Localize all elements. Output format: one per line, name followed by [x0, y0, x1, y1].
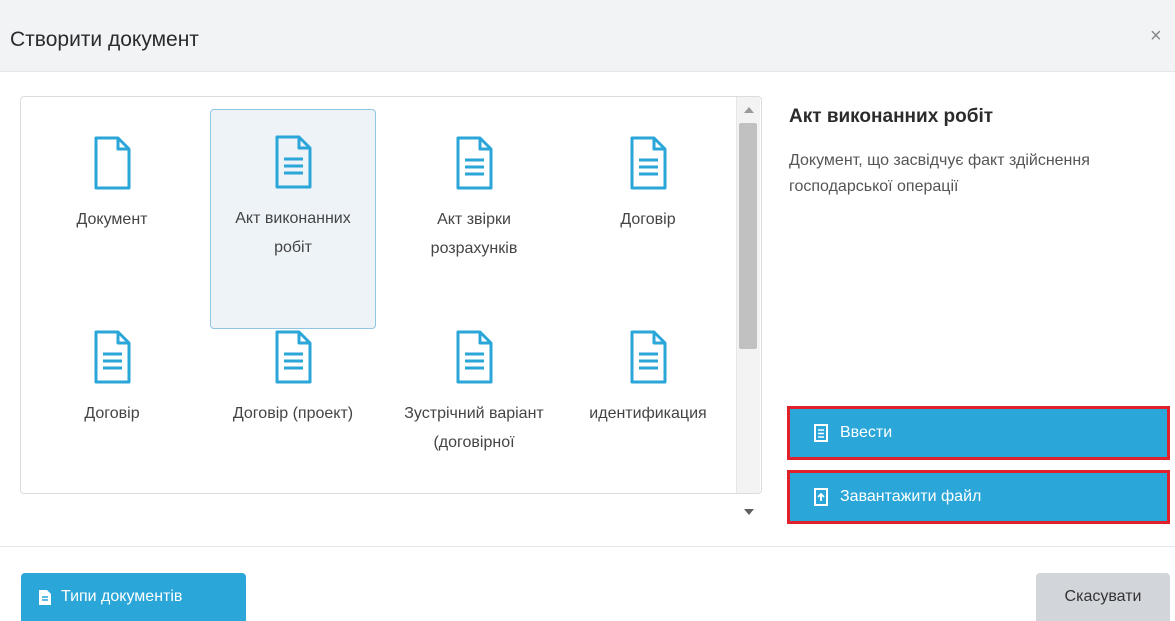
document-types-button[interactable]: Типи документів: [21, 573, 246, 621]
tile-label: идентификация: [589, 405, 707, 422]
document-types-icon: [39, 589, 51, 605]
create-document-dialog: Створити документ × Документ Акт виконан…: [0, 0, 1175, 621]
tile-document[interactable]: Документ: [29, 111, 195, 331]
dialog-title: Створити документ: [10, 28, 199, 51]
description-title: Акт виконанних робіт: [789, 106, 994, 127]
tile-act-completed-works[interactable]: Акт виконанних робіт: [210, 109, 376, 329]
upload-file-icon: [814, 488, 828, 506]
document-icon: [456, 136, 493, 190]
scroll-down-icon[interactable]: [744, 509, 754, 515]
document-icon: [456, 330, 493, 384]
dialog-header: Створити документ ×: [0, 0, 1175, 72]
tile-contract-draft[interactable]: Договір (проект): [210, 329, 376, 493]
tile-identification[interactable]: идентификация: [565, 329, 731, 493]
grid-scrollbar[interactable]: [736, 97, 760, 515]
scroll-thumb[interactable]: [739, 123, 757, 349]
tile-contract-2[interactable]: Договір: [29, 329, 195, 493]
tile-label: Акт звірки розрахунків: [430, 211, 518, 257]
footer-divider: [0, 546, 1175, 547]
document-icon: [94, 330, 131, 384]
form-document-icon: [814, 424, 828, 442]
tile-label: Акт виконанних робіт: [235, 210, 351, 256]
tile-label: Документ: [76, 211, 148, 228]
document-types-label: Типи документів: [61, 588, 183, 605]
upload-button-label: Завантажити файл: [840, 488, 982, 505]
tile-counter-version[interactable]: Зустрічний варіант (договірної: [391, 329, 557, 493]
document-icon: [275, 135, 312, 189]
document-icon: [630, 136, 667, 190]
document-icon: [630, 330, 667, 384]
blank-document-icon: [94, 136, 131, 190]
tile-label: Зустрічний варіант (договірної: [404, 405, 544, 451]
document-icon: [275, 330, 312, 384]
tile-label: Договір (проект): [232, 405, 354, 422]
enter-button-label: Ввести: [840, 424, 893, 441]
document-type-grid: Документ Акт виконанних робіт Акт звірки…: [20, 96, 762, 494]
close-icon[interactable]: ×: [1150, 26, 1162, 46]
tile-contract[interactable]: Договір: [565, 111, 731, 331]
upload-file-button[interactable]: Завантажити файл: [787, 470, 1170, 524]
scroll-up-icon[interactable]: [744, 107, 754, 113]
cancel-button[interactable]: Скасувати: [1036, 573, 1170, 621]
tile-act-reconciliation[interactable]: Акт звірки розрахунків: [391, 111, 557, 331]
tile-label: Договір: [84, 405, 140, 422]
enter-button[interactable]: Ввести: [787, 406, 1170, 460]
description-text: Документ, що засвідчує факт здійснення г…: [789, 152, 1090, 195]
tile-label: Договір: [620, 211, 676, 228]
